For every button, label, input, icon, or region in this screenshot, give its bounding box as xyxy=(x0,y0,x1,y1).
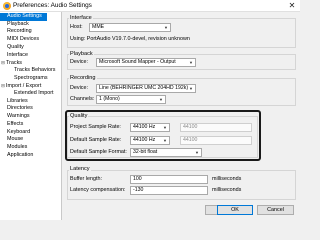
tree-item-interface[interactable]: Interface xyxy=(7,52,28,60)
tree-item-extended-import[interactable]: Extended Import xyxy=(14,90,54,98)
chevron-down-icon: ▼ xyxy=(189,60,193,65)
title-bar: Preferences: Audio Settings ✕ xyxy=(0,0,300,12)
playback-device-value: Microsoft Sound Mapper - Output xyxy=(99,59,176,65)
tree-item-tracks-behaviors[interactable]: Tracks Behaviors xyxy=(14,67,55,75)
tree-item-playback[interactable]: Playback xyxy=(7,21,29,29)
tree-item-mouse[interactable]: Mouse xyxy=(7,136,23,144)
tree-item-spectrograms[interactable]: Spectrograms xyxy=(14,75,48,83)
default-sample-rate-dropdown[interactable]: 44100 Hz ▼ xyxy=(130,136,170,145)
channels-value: 1 (Mono) xyxy=(99,96,120,102)
audacity-icon xyxy=(3,2,11,10)
window-title: Preferences: Audio Settings xyxy=(13,2,92,9)
recording-group-title: Recording xyxy=(69,74,97,82)
default-sample-format-value: 32-bit float xyxy=(133,149,158,155)
tree-item-label: Keyboard xyxy=(7,128,31,135)
tree-item-keyboard[interactable]: Keyboard xyxy=(7,129,30,137)
host-value: MME xyxy=(92,24,105,30)
playback-device-label: Device: xyxy=(70,59,88,65)
recording-device-label: Device: xyxy=(70,85,88,91)
tree-item-label: Directories xyxy=(7,105,33,112)
tree-item-label: Interface xyxy=(7,51,28,58)
playback-device-dropdown[interactable]: Microsoft Sound Mapper - Output ▼ xyxy=(96,58,196,67)
tree-item-label: MIDI Devices xyxy=(7,36,40,43)
project-sample-rate-field: 44100 xyxy=(180,123,252,132)
close-button[interactable]: ✕ xyxy=(287,1,297,11)
cancel-button[interactable]: Cancel xyxy=(257,205,294,215)
tree-item-audio-settings[interactable]: Audio Settings xyxy=(0,13,47,21)
chevron-down-icon: ▼ xyxy=(163,138,167,143)
project-sample-rate-label: Project Sample Rate: xyxy=(70,124,121,130)
tree-item-midi-devices[interactable]: MIDI Devices xyxy=(7,36,39,44)
default-sample-rate-label: Default Sample Rate: xyxy=(70,137,122,143)
tree-item-effects[interactable]: Effects xyxy=(7,121,23,129)
tree-item-label: Mouse xyxy=(7,136,24,143)
tree-item-label: Modules xyxy=(7,143,28,150)
tree-item-modules[interactable]: Modules xyxy=(7,144,27,152)
chevron-down-icon: ▼ xyxy=(159,97,163,102)
tree-item-label: Recording xyxy=(7,28,32,35)
tree-item-tracks[interactable]: ⊟Tracks xyxy=(0,59,22,67)
tree-item-warnings[interactable]: Warnings xyxy=(7,113,30,121)
tree-item-label: Application xyxy=(7,151,34,158)
host-label: Host: xyxy=(70,24,83,30)
tree-item-label: Extended Import xyxy=(14,90,54,96)
buffer-length-unit: milliseconds xyxy=(212,176,242,182)
channels-label: Channels: xyxy=(70,96,95,102)
tree-item-label: Audio Settings xyxy=(7,13,42,19)
host-dropdown[interactable]: MME ▼ xyxy=(89,23,171,32)
latency-group-title: Latency xyxy=(69,166,91,173)
latency-compensation-unit: milliseconds xyxy=(212,187,242,193)
tree-item-label: Effects xyxy=(7,120,24,127)
tree-item-directories[interactable]: Directories xyxy=(7,105,33,113)
default-sample-format-label: Default Sample Format: xyxy=(70,149,127,155)
channels-dropdown[interactable]: 1 (Mono) ▼ xyxy=(96,95,166,104)
latency-compensation-label: Latency compensation: xyxy=(70,187,126,193)
tree-item-import-export[interactable]: ⊟Import / Export xyxy=(0,82,41,90)
tree-item-label: Quality xyxy=(7,43,24,50)
default-sample-format-dropdown[interactable]: 32-bit float ▼ xyxy=(130,148,202,157)
tree-item-label: Libraries xyxy=(7,97,28,104)
recording-device-dropdown[interactable]: Line (BEHRINGER UMC 204HD 192k) ▼ xyxy=(96,84,196,93)
project-sample-rate-dropdown[interactable]: 44100 Hz ▼ xyxy=(130,123,170,132)
portaudio-version-text: Using: PortAudio V19.7.0-devel, revision… xyxy=(70,36,190,42)
buffer-length-label: Buffer length: xyxy=(70,176,102,182)
tree-item-label: Spectrograms xyxy=(14,74,48,81)
preferences-tree: Audio Settings Playback Recording MIDI D… xyxy=(0,12,62,220)
tree-item-quality[interactable]: Quality xyxy=(7,44,24,52)
tree-item-label: Tracks xyxy=(6,60,22,67)
tree-item-application[interactable]: Application xyxy=(7,152,33,160)
tree-item-label: Warnings xyxy=(7,113,30,120)
tree-item-label: Playback xyxy=(7,20,29,27)
project-sample-rate-value: 44100 Hz xyxy=(133,124,156,130)
tree-item-recording[interactable]: Recording xyxy=(7,28,32,36)
interface-group-title: Interface xyxy=(69,14,93,22)
chevron-down-icon: ▼ xyxy=(163,125,167,130)
buffer-length-input[interactable]: 100 xyxy=(130,175,208,184)
tree-item-label: Import / Export xyxy=(6,83,42,90)
recording-device-value: Line (BEHRINGER UMC 204HD 192k) xyxy=(99,85,189,91)
tree-item-libraries[interactable]: Libraries xyxy=(7,98,28,106)
chevron-down-icon: ▼ xyxy=(189,86,193,91)
chevron-down-icon: ▼ xyxy=(195,150,199,155)
latency-compensation-input[interactable]: -130 xyxy=(130,186,208,195)
tree-item-label: Tracks Behaviors xyxy=(14,66,56,73)
default-sample-rate-field: 44100 xyxy=(180,136,252,145)
default-sample-rate-value: 44100 Hz xyxy=(133,137,156,143)
quality-group-title: Quality xyxy=(69,112,89,120)
chevron-down-icon: ▼ xyxy=(164,25,168,30)
ok-button[interactable]: OK xyxy=(217,205,253,215)
playback-group-title: Playback xyxy=(69,50,94,58)
